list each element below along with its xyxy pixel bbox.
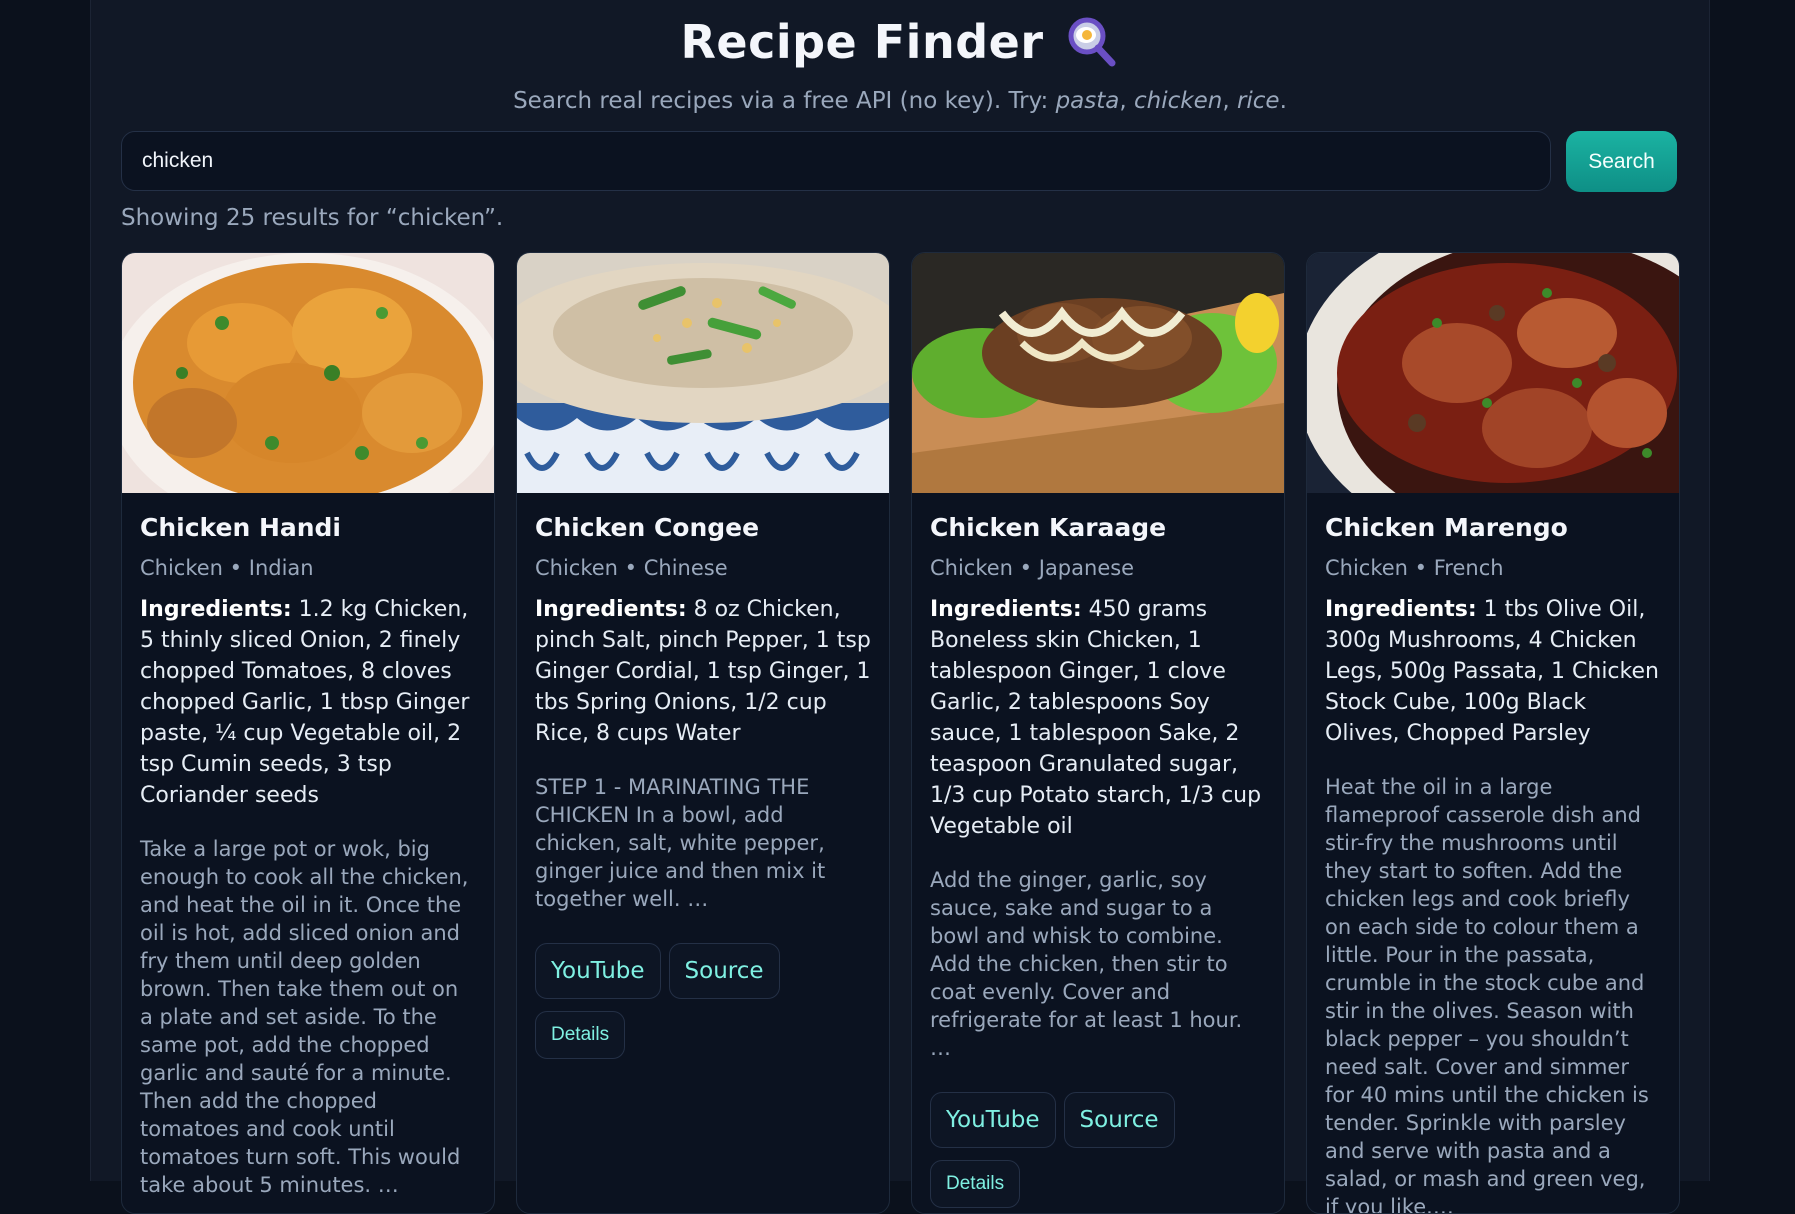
recipe-links: YouTube Source	[535, 943, 871, 999]
recipe-ingredients: Ingredients: 450 grams Boneless skin Chi…	[930, 594, 1266, 842]
details-button[interactable]: Details	[535, 1011, 626, 1059]
recipe-card: Chicken Karaage Chicken • Japanese Ingre…	[911, 252, 1285, 1214]
recipe-title: Chicken Karaage	[930, 513, 1167, 542]
recipe-ingredients: Ingredients: 8 oz Chicken, pinch Salt, p…	[535, 594, 871, 749]
recipe-instructions: Take a large pot or wok, big enough to c…	[140, 837, 469, 1197]
recipe-area: Chinese	[643, 556, 728, 580]
recipe-category: Chicken	[535, 556, 618, 580]
recipe-category: Chicken	[930, 556, 1013, 580]
ingredients-text: 1.2 kg Chicken, 5 thinly sliced Onion, 2…	[140, 597, 470, 808]
search-input[interactable]	[121, 131, 1551, 191]
recipe-ingredients: Ingredients: 1.2 kg Chicken, 5 thinly sl…	[140, 594, 476, 811]
recipe-area: Indian	[248, 556, 314, 580]
app-container: Recipe Finder Search real recipes via a …	[90, 0, 1710, 1214]
recipe-instructions: STEP 1 - MARINATING THE CHICKEN In a bow…	[535, 775, 826, 911]
results-status: Showing 25 results for “chicken”.	[121, 205, 504, 231]
example-rice: rice	[1236, 88, 1280, 114]
magnifier-egg-icon	[1068, 17, 1116, 67]
source-link[interactable]: Source	[668, 943, 780, 999]
page-title-text: Recipe Finder	[680, 15, 1044, 69]
youtube-link[interactable]: YouTube	[535, 943, 661, 999]
ingredients-label: Ingredients:	[1325, 597, 1477, 622]
ingredients-label: Ingredients:	[930, 597, 1082, 622]
source-link[interactable]: Source	[1063, 1092, 1175, 1148]
subtitle: Search real recipes via a free API (no k…	[513, 88, 1287, 114]
recipe-meta: Chicken • Japanese	[930, 556, 1135, 580]
recipe-title: Chicken Congee	[535, 513, 760, 542]
recipe-area: French	[1433, 556, 1504, 580]
ingredients-label: Ingredients:	[535, 597, 687, 622]
recipe-image	[517, 253, 889, 493]
search-bar: Search	[121, 131, 1681, 193]
recipe-links: YouTube Source	[930, 1092, 1266, 1148]
recipe-image	[1307, 253, 1679, 493]
recipe-ingredients: Ingredients: 1 tbs Olive Oil, 300g Mushr…	[1325, 594, 1661, 749]
page-title: Recipe Finder	[680, 14, 1119, 70]
recipe-card: Chicken Marengo Chicken • French Ingredi…	[1306, 252, 1680, 1214]
search-button[interactable]: Search	[1566, 131, 1677, 192]
recipe-card: Chicken Congee Chicken • Chinese Ingredi…	[516, 252, 890, 1214]
recipe-image	[912, 253, 1284, 493]
recipe-meta: Chicken • French	[1325, 556, 1504, 580]
recipe-title: Chicken Marengo	[1325, 513, 1568, 542]
recipe-area: Japanese	[1038, 556, 1135, 580]
recipe-category: Chicken	[1325, 556, 1408, 580]
recipe-meta: Chicken • Chinese	[535, 556, 728, 580]
recipe-image	[122, 253, 494, 493]
header: Recipe Finder Search real recipes via a …	[91, 0, 1709, 114]
recipe-category: Chicken	[140, 556, 223, 580]
ingredients-label: Ingredients:	[140, 597, 292, 622]
recipe-instructions: Add the ginger, garlic, soy sauce, sake …	[930, 868, 1243, 1060]
subtitle-text: Search real recipes via a free API (no k…	[513, 88, 1056, 114]
details-button[interactable]: Details	[930, 1160, 1021, 1208]
recipe-title: Chicken Handi	[140, 513, 342, 542]
recipe-instructions: Heat the oil in a large flameproof casse…	[1325, 775, 1649, 1214]
recipe-meta: Chicken • Indian	[140, 556, 314, 580]
recipe-card: Chicken Handi Chicken • Indian Ingredien…	[121, 252, 495, 1214]
example-chicken: chicken	[1134, 88, 1223, 114]
example-pasta: pasta	[1055, 88, 1120, 114]
ingredients-text: 450 grams Boneless skin Chicken, 1 table…	[930, 597, 1262, 839]
youtube-link[interactable]: YouTube	[930, 1092, 1056, 1148]
